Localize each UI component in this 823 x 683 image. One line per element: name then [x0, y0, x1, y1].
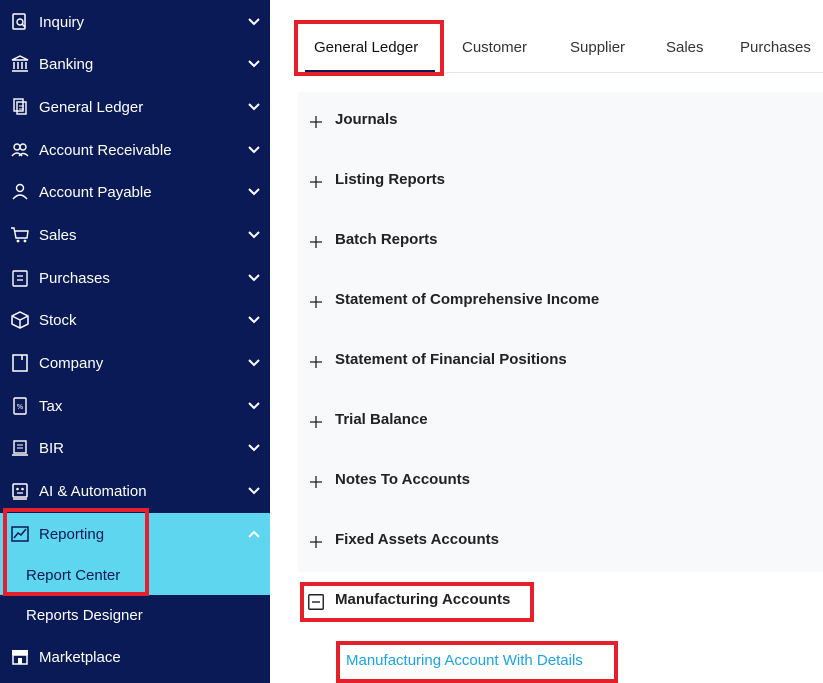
expand-plus-icon[interactable]	[308, 114, 324, 130]
section-comprehensive-income[interactable]: Statement of Comprehensive Income	[298, 272, 823, 333]
section-title: Fixed Assets Accounts	[335, 531, 499, 548]
sidebar-subitem-reports-designer[interactable]: Reports Designer	[0, 595, 270, 635]
tax-icon: %	[9, 395, 31, 417]
sidebar-item-label: Banking	[39, 55, 94, 73]
bank-icon	[9, 53, 31, 75]
sidebar-subitem-label: Reports Designer	[26, 606, 143, 624]
store-icon	[9, 646, 31, 668]
tab-customer[interactable]: Customer	[462, 18, 527, 76]
sidebar-item-label: Company	[39, 354, 104, 372]
chevron-down-icon	[246, 483, 262, 499]
robot-icon	[9, 480, 31, 502]
chevron-down-icon	[246, 227, 262, 243]
manufacturing-links: Manufacturing Account With Details	[298, 632, 823, 683]
sidebar-item-marketplace[interactable]: Marketplace	[0, 636, 270, 678]
purchases-icon	[9, 267, 31, 289]
section-notes-to-accounts[interactable]: Notes To Accounts	[298, 452, 823, 513]
tab-purchases[interactable]: Purchases	[740, 18, 811, 76]
expand-plus-icon[interactable]	[308, 234, 324, 250]
sidebar-item-label: AI & Automation	[39, 482, 147, 500]
section-journals[interactable]: Journals	[298, 92, 823, 153]
sidebar: Inquiry Banking General Ledger Account R…	[0, 0, 270, 683]
chevron-down-icon	[246, 99, 262, 115]
chevron-down-icon	[246, 14, 262, 30]
expand-plus-icon[interactable]	[308, 294, 324, 310]
chevron-down-icon	[246, 398, 262, 414]
report-tabs: General Ledger Customer Supplier Sales P…	[296, 18, 823, 76]
sidebar-item-label: Reporting	[39, 525, 105, 543]
sidebar-item-bir[interactable]: BIR	[0, 427, 270, 469]
chevron-down-icon	[246, 312, 262, 328]
sidebar-subitem-label: Report Center	[26, 566, 121, 584]
sidebar-item-label: Purchases	[39, 269, 110, 287]
sidebar-item-ai-automation[interactable]: AI & Automation	[0, 470, 270, 512]
box-icon	[9, 309, 31, 331]
section-title: Manufacturing Accounts	[335, 591, 511, 608]
expand-plus-icon[interactable]	[308, 354, 324, 370]
link-manufacturing-account-with-details[interactable]: Manufacturing Account With Details	[346, 652, 583, 669]
sidebar-item-company[interactable]: Company	[0, 342, 270, 384]
sidebar-item-account-receivable[interactable]: Account Receivable	[0, 129, 270, 171]
expand-plus-icon[interactable]	[308, 534, 324, 550]
receivable-icon	[9, 139, 31, 161]
sidebar-item-label: Stock	[39, 311, 77, 329]
section-manufacturing-accounts[interactable]: Manufacturing Accounts	[298, 572, 823, 633]
tab-general-ledger[interactable]: General Ledger	[314, 18, 418, 76]
expand-plus-icon[interactable]	[308, 474, 324, 490]
payable-icon	[9, 181, 31, 203]
section-batch-reports[interactable]: Batch Reports	[298, 212, 823, 273]
chevron-down-icon	[246, 56, 262, 72]
sidebar-item-label: Account Receivable	[39, 141, 172, 159]
expand-plus-icon[interactable]	[308, 174, 324, 190]
chart-icon	[9, 523, 31, 545]
sidebar-item-purchases[interactable]: Purchases	[0, 257, 270, 299]
sidebar-item-general-ledger[interactable]: General Ledger	[0, 86, 270, 128]
bir-icon	[9, 437, 31, 459]
section-listing-reports[interactable]: Listing Reports	[298, 152, 823, 213]
sidebar-item-tax[interactable]: % Tax	[0, 385, 270, 427]
inquiry-icon	[9, 11, 31, 33]
sidebar-item-inquiry[interactable]: Inquiry	[0, 1, 270, 43]
sidebar-item-banking[interactable]: Banking	[0, 43, 270, 85]
expand-plus-icon[interactable]	[308, 414, 324, 430]
sidebar-item-label: Sales	[39, 226, 77, 244]
collapse-minus-icon[interactable]	[308, 594, 324, 610]
section-title: Trial Balance	[335, 411, 428, 428]
section-title: Journals	[335, 111, 398, 128]
section-title: Statement of Comprehensive Income	[335, 291, 600, 308]
cart-icon	[9, 224, 31, 246]
section-financial-positions[interactable]: Statement of Financial Positions	[298, 332, 823, 393]
active-tab-indicator	[305, 70, 435, 72]
sidebar-subitem-report-center[interactable]: Report Center	[0, 555, 270, 595]
sidebar-item-reporting[interactable]: Reporting	[0, 513, 270, 555]
sidebar-item-label: BIR	[39, 439, 65, 457]
sidebar-item-stock[interactable]: Stock	[0, 299, 270, 341]
sidebar-item-label: Tax	[39, 397, 63, 415]
chevron-down-icon	[246, 142, 262, 158]
section-title: Statement of Financial Positions	[335, 351, 567, 368]
section-title: Notes To Accounts	[335, 471, 471, 488]
chevron-down-icon	[246, 440, 262, 456]
sidebar-item-label: General Ledger	[39, 98, 144, 116]
ledger-icon	[9, 96, 31, 118]
tab-sales[interactable]: Sales	[666, 18, 704, 76]
chevron-up-icon	[246, 526, 262, 542]
sidebar-item-account-payable[interactable]: Account Payable	[0, 171, 270, 213]
section-title: Batch Reports	[335, 231, 438, 248]
sidebar-item-label: Inquiry	[39, 13, 85, 31]
chevron-down-icon	[246, 184, 262, 200]
company-icon	[9, 352, 31, 374]
sidebar-item-sales[interactable]: Sales	[0, 214, 270, 256]
section-fixed-assets-accounts[interactable]: Fixed Assets Accounts	[298, 512, 823, 573]
sidebar-item-label: Account Payable	[39, 183, 152, 201]
sidebar-item-label: Marketplace	[39, 648, 121, 666]
section-title: Listing Reports	[335, 171, 446, 188]
section-trial-balance[interactable]: Trial Balance	[298, 392, 823, 453]
chevron-down-icon	[246, 355, 262, 371]
tab-supplier[interactable]: Supplier	[570, 18, 625, 76]
chevron-down-icon	[246, 270, 262, 286]
svg-text:%: %	[17, 403, 24, 411]
